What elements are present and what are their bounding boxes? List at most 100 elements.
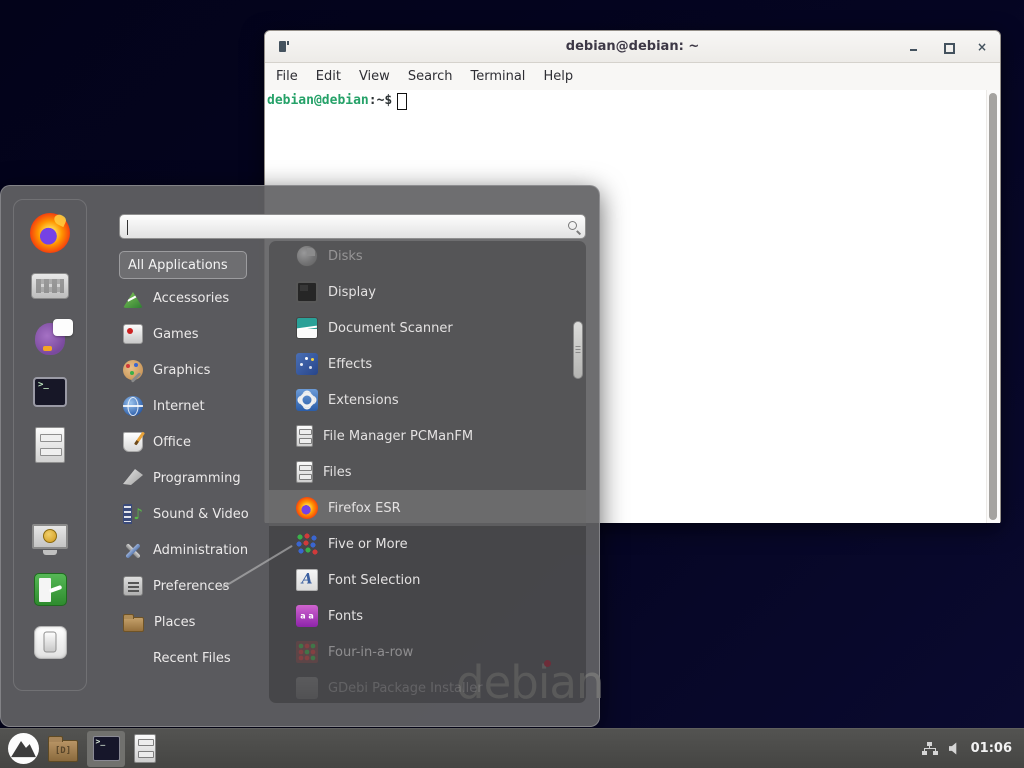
category-icon bbox=[123, 288, 143, 308]
category-label: Sound & Video bbox=[153, 507, 249, 522]
favorite-icon bbox=[30, 213, 70, 253]
category-list: Accessories Games Graphics Inter bbox=[119, 280, 267, 676]
application-item[interactable]: Five or More bbox=[269, 526, 586, 562]
window-control-button[interactable]: × bbox=[976, 41, 988, 53]
prompt-user-host: debian@debian bbox=[267, 92, 369, 110]
favorite-icon bbox=[33, 377, 67, 407]
window-control-button[interactable] bbox=[942, 41, 954, 53]
text-caret bbox=[127, 220, 128, 235]
application-item[interactable]: Document Scanner bbox=[269, 310, 586, 346]
menubar-item[interactable]: View bbox=[350, 63, 399, 90]
session-icon bbox=[34, 573, 67, 606]
application-label: Files bbox=[323, 465, 352, 480]
category-label: Administration bbox=[153, 543, 248, 558]
application-label: Display bbox=[328, 285, 376, 300]
application-label: Font Selection bbox=[328, 573, 420, 588]
favorite-launcher[interactable] bbox=[22, 210, 78, 256]
category-item[interactable]: Office bbox=[119, 424, 267, 460]
favorite-launcher[interactable] bbox=[22, 263, 78, 309]
menu-search-input[interactable] bbox=[119, 214, 586, 239]
search-icon bbox=[568, 221, 577, 230]
category-item[interactable]: Games bbox=[119, 316, 267, 352]
category-item[interactable]: Administration bbox=[119, 532, 267, 568]
application-item[interactable]: Extensions bbox=[269, 382, 586, 418]
category-label: Internet bbox=[153, 399, 205, 414]
favorite-launcher[interactable] bbox=[22, 316, 78, 362]
applications-panel: Disks Display Document Scanner E bbox=[269, 241, 586, 703]
menubar-item[interactable]: File bbox=[267, 63, 307, 90]
all-applications-button[interactable]: All Applications bbox=[119, 251, 247, 279]
menubar-item[interactable]: Search bbox=[399, 63, 462, 90]
category-item[interactable]: Internet bbox=[119, 388, 267, 424]
application-icon bbox=[296, 281, 318, 303]
taskbar-button[interactable] bbox=[87, 731, 125, 767]
window-controls: × bbox=[908, 31, 988, 63]
window-title: debian@debian: ~ bbox=[265, 39, 1000, 54]
application-item[interactable]: Files bbox=[269, 454, 586, 490]
menubar-item[interactable]: Help bbox=[534, 63, 582, 90]
terminal-scrollbar[interactable] bbox=[986, 90, 1000, 523]
application-label: File Manager PCManFM bbox=[323, 429, 473, 444]
application-label: Four-in-a-row bbox=[328, 645, 413, 660]
menubar-item[interactable]: Edit bbox=[307, 63, 350, 90]
application-icon bbox=[296, 353, 318, 375]
application-icon bbox=[296, 569, 318, 591]
category-item[interactable]: Sound & Video bbox=[119, 496, 267, 532]
taskbar-button-icon bbox=[134, 734, 156, 763]
category-icon bbox=[123, 617, 144, 632]
category-item[interactable]: Graphics bbox=[119, 352, 267, 388]
application-item[interactable]: GDebi Package Installer bbox=[269, 670, 586, 703]
session-button[interactable] bbox=[22, 513, 78, 559]
window-control-button[interactable] bbox=[908, 41, 920, 53]
application-item[interactable]: Font Selection bbox=[269, 562, 586, 598]
tray-icon[interactable] bbox=[949, 742, 960, 755]
tray-icon[interactable] bbox=[922, 742, 938, 756]
category-item[interactable]: Programming bbox=[119, 460, 267, 496]
application-list: Disks Display Document Scanner E bbox=[269, 241, 586, 703]
category-icon bbox=[123, 468, 143, 488]
application-item[interactable]: Four-in-a-row bbox=[269, 634, 586, 670]
category-label: Places bbox=[154, 615, 195, 630]
taskbar-button-icon bbox=[8, 733, 39, 764]
category-icon bbox=[123, 396, 143, 416]
desktop: debian@debian: ~ × File Edit View Search bbox=[0, 0, 1024, 768]
favorite-icon bbox=[31, 273, 69, 299]
scrollbar-handle[interactable] bbox=[989, 93, 997, 520]
favorite-icon bbox=[35, 427, 65, 463]
application-label: GDebi Package Installer bbox=[328, 681, 483, 696]
menubar-item[interactable]: Terminal bbox=[461, 63, 534, 90]
category-label: Games bbox=[153, 327, 198, 342]
application-icon bbox=[296, 461, 313, 483]
taskbar-button[interactable] bbox=[48, 735, 78, 762]
category-item[interactable]: Accessories bbox=[119, 280, 267, 316]
prompt-suffix: :~$ bbox=[369, 92, 392, 110]
application-item[interactable]: Fonts bbox=[269, 598, 586, 634]
application-item[interactable]: File Manager PCManFM bbox=[269, 418, 586, 454]
favorite-launcher[interactable] bbox=[22, 422, 78, 468]
application-item[interactable]: Display bbox=[269, 274, 586, 310]
application-icon bbox=[296, 677, 318, 699]
application-item[interactable]: Effects bbox=[269, 346, 586, 382]
clock[interactable]: 01:06 bbox=[971, 741, 1012, 756]
session-button[interactable] bbox=[22, 566, 78, 612]
taskbar-button[interactable] bbox=[8, 733, 39, 764]
application-label: Five or More bbox=[328, 537, 408, 552]
application-item[interactable]: Disks bbox=[269, 241, 586, 274]
category-item[interactable]: Recent Files bbox=[119, 640, 267, 676]
session-button[interactable] bbox=[22, 619, 78, 665]
category-label: Preferences bbox=[153, 579, 229, 594]
taskbar: 01:06 bbox=[0, 728, 1024, 768]
terminal-titlebar[interactable]: debian@debian: ~ × bbox=[265, 31, 1000, 63]
apps-scrollbar-handle[interactable] bbox=[573, 321, 583, 379]
taskbar-button[interactable] bbox=[134, 734, 156, 763]
category-label: Recent Files bbox=[153, 651, 231, 666]
application-item[interactable]: Firefox ESR bbox=[269, 490, 586, 526]
category-icon bbox=[123, 576, 143, 596]
application-icon bbox=[296, 497, 318, 519]
tray-icons bbox=[922, 742, 960, 756]
application-label: Disks bbox=[328, 249, 363, 264]
favorite-icon bbox=[35, 323, 65, 355]
application-icon bbox=[296, 605, 318, 627]
favorite-launcher[interactable] bbox=[22, 369, 78, 415]
category-item[interactable]: Places bbox=[119, 604, 267, 640]
